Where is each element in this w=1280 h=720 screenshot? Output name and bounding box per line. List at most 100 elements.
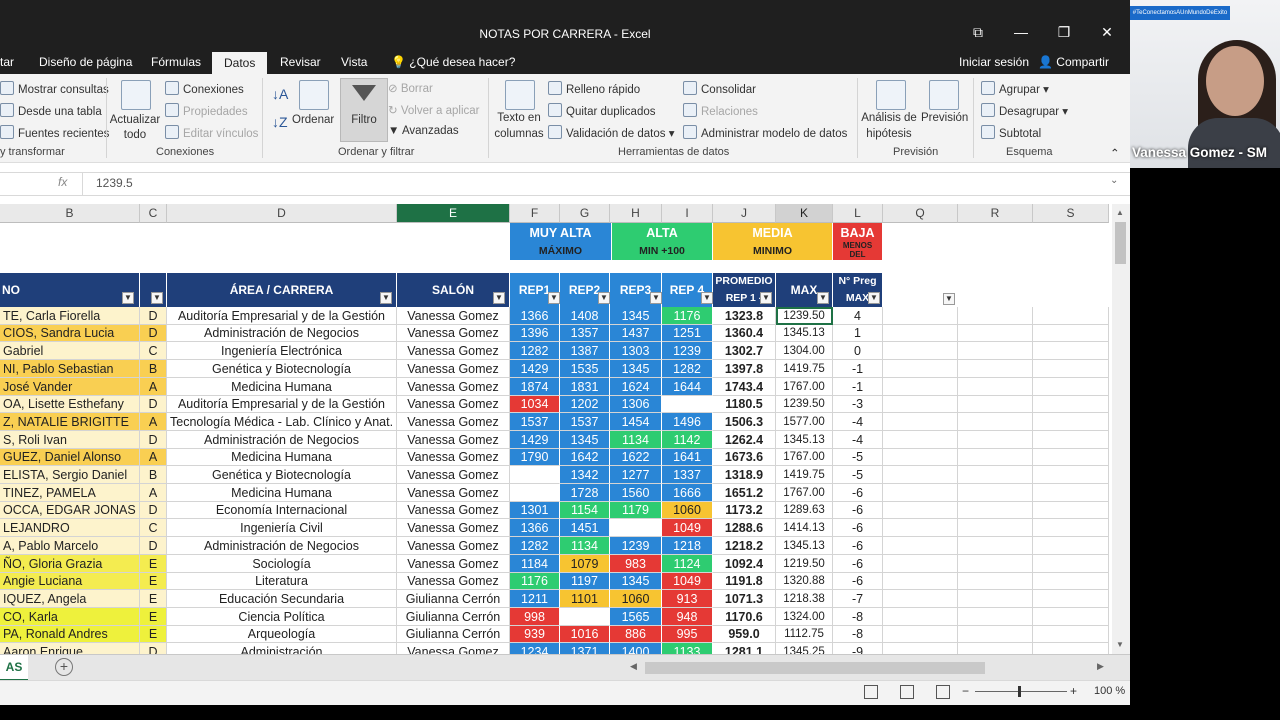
cell-salon[interactable]: Vanessa Gomez [397,643,510,654]
cell-student-name[interactable]: OCCA, EDGAR JONAS [0,502,140,519]
cell-group[interactable]: A [140,449,167,466]
cell-group[interactable]: E [140,626,167,643]
empty-cell[interactable] [1033,378,1109,396]
cell-rep-score[interactable]: 1537 [510,413,560,431]
cell-max[interactable]: 1767.00 [776,449,833,466]
cell-rep-score[interactable]: 1301 [510,502,560,519]
cell-rep-score[interactable]: 1016 [560,626,610,643]
cell-rep-score[interactable]: 983 [610,555,662,573]
expand-formula-icon[interactable]: ⌄ [1110,175,1118,186]
column-header-i[interactable]: I [662,204,713,223]
empty-cell[interactable] [883,307,958,325]
cell-student-name[interactable]: TE, Carla Fiorella [0,307,140,325]
cell-student-name[interactable]: NI, Pablo Sebastian [0,360,140,378]
cell-promedio[interactable]: 1262.4 [713,431,776,449]
recent-sources-button[interactable]: Fuentes recientes [0,125,109,140]
column-header-g[interactable]: G [560,204,610,223]
sort-button[interactable]: Ordenar [292,114,334,126]
cell-max[interactable]: 1419.75 [776,360,833,378]
cell-student-name[interactable]: TINEZ, PAMELA [0,484,140,502]
cell-area[interactable]: Arqueología [167,626,397,643]
remove-duplicates-button[interactable]: Quitar duplicados [548,103,656,118]
cell-max[interactable]: 1304.00 [776,342,833,360]
from-table-button[interactable]: Desde una tabla [0,103,102,118]
cell-npreg[interactable]: -5 [833,449,883,466]
cell-npreg[interactable]: -4 [833,431,883,449]
cell-rep-score[interactable]: 1134 [560,537,610,555]
tell-me-box[interactable]: 💡 ¿Qué desea hacer? [391,55,515,69]
cell-npreg[interactable]: -6 [833,555,883,573]
cell-rep-score[interactable]: 1049 [662,519,713,537]
filter-dropdown-icon[interactable]: ▼ [380,292,392,304]
cell-area[interactable]: Genética y Biotecnología [167,360,397,378]
show-queries-button[interactable]: Mostrar consultas [0,81,109,96]
cell-rep-score[interactable]: 1366 [510,307,560,325]
cell-rep-score[interactable]: 1234 [510,643,560,654]
cell-rep-score[interactable]: 1790 [510,449,560,466]
cell-max[interactable]: 1112.75 [776,626,833,643]
cell-student-name[interactable]: Z, NATALIE BRIGITTE [0,413,140,431]
empty-cell[interactable] [958,325,1033,342]
cell-rep-score[interactable]: 939 [510,626,560,643]
column-header-h[interactable]: H [610,204,662,223]
cell-max[interactable]: 1219.50 [776,555,833,573]
cell-rep-score[interactable]: 1176 [510,573,560,590]
filter-dropdown-icon[interactable]: ▼ [151,292,163,304]
cell-group[interactable]: A [140,413,167,431]
cell-salon[interactable]: Vanessa Gomez [397,431,510,449]
cell-salon[interactable]: Giulianna Cerrón [397,626,510,643]
empty-cell[interactable] [958,396,1033,413]
cell-rep-score[interactable]: 1218 [662,537,713,555]
filter-dropdown-icon[interactable]: ▼ [943,293,955,305]
cell-rep-score[interactable]: 1303 [610,342,662,360]
cell-rep-score[interactable]: 1496 [662,413,713,431]
cell-max[interactable]: 1345.25 [776,643,833,654]
cell-student-name[interactable]: PA, Ronald Andres [0,626,140,643]
properties-button[interactable]: Propiedades [165,103,248,118]
empty-cell[interactable] [883,325,958,342]
empty-cell[interactable] [883,608,958,626]
vertical-scroll-thumb[interactable] [1115,222,1126,264]
normal-view-icon[interactable] [864,685,878,699]
cell-rep-score[interactable]: 1560 [610,484,662,502]
tab-vista[interactable]: Vista [341,55,367,69]
cell-promedio[interactable]: 1506.3 [713,413,776,431]
empty-cell[interactable] [1033,325,1109,342]
cell-npreg[interactable]: -1 [833,360,883,378]
cell-rep-score[interactable]: 1342 [560,466,610,484]
cell-area[interactable]: Literatura [167,573,397,590]
empty-cell[interactable] [958,378,1033,396]
cell-rep-score[interactable]: 1357 [560,325,610,342]
cell-group[interactable]: C [140,519,167,537]
cell-rep-score[interactable]: 886 [610,626,662,643]
cell-npreg[interactable]: 1 [833,325,883,342]
cell-rep-score[interactable]: 1728 [560,484,610,502]
cell-promedio[interactable]: 1218.2 [713,537,776,555]
column-header-s[interactable]: S [1033,204,1109,223]
cell-rep-score[interactable]: 1060 [610,590,662,608]
data-validation-button[interactable]: Validación de datos ▾ [548,125,675,140]
empty-cell[interactable] [958,573,1033,590]
cell-npreg[interactable]: 0 [833,342,883,360]
empty-cell[interactable] [958,449,1033,466]
share-button[interactable]: 👤 Compartir [1038,55,1109,69]
empty-cell[interactable] [958,307,1033,325]
cell-student-name[interactable]: A, Pablo Marcelo [0,537,140,555]
empty-cell[interactable] [1033,396,1109,413]
cell-student-name[interactable]: ÑO, Gloria Grazia [0,555,140,573]
cell-area[interactable]: Educación Secundaria [167,590,397,608]
cell-rep-score[interactable]: 1874 [510,378,560,396]
column-header-d[interactable]: D [167,204,397,223]
empty-cell[interactable] [958,555,1033,573]
cell-group[interactable]: B [140,360,167,378]
empty-cell[interactable] [1033,466,1109,484]
empty-cell[interactable] [1033,573,1109,590]
zoom-out-icon[interactable]: − [962,684,969,698]
empty-cell[interactable] [883,431,958,449]
advanced-button[interactable]: ▼ Avanzadas [388,125,459,137]
ungroup-button[interactable]: Desagrupar ▾ [981,103,1068,118]
cell-rep-score[interactable]: 1079 [560,555,610,573]
cell-rep-score[interactable]: 1408 [560,307,610,325]
empty-cell[interactable] [958,466,1033,484]
cell-rep-score[interactable]: 1345 [610,307,662,325]
